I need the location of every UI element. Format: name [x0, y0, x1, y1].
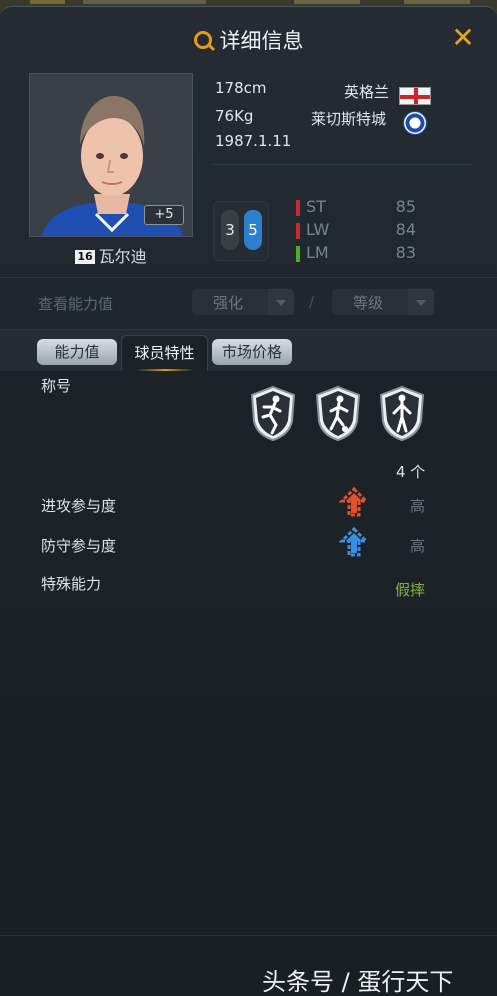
defense-participation-value: 高	[410, 537, 426, 555]
position-row: LW 84	[296, 220, 426, 240]
defense-participation-label: 防守参与度	[41, 537, 117, 555]
enhance-dropdown[interactable]: 强化	[192, 289, 294, 315]
separator: /	[309, 293, 315, 311]
player-portrait: +5	[29, 73, 193, 237]
right-foot-icon: 5	[244, 210, 262, 250]
england-flag-icon	[399, 87, 431, 105]
standing-player-badge-icon[interactable]	[377, 385, 427, 441]
position-color-bar	[296, 200, 300, 216]
detail-panel: 详细信息 ✕ +5 16 瓦尔迪 178cm 76Kg 1987.1.11 英格兰…	[0, 6, 497, 996]
position-name: LM	[306, 243, 329, 262]
player-weight: 76Kg	[215, 107, 254, 125]
enhance-dropdown-label: 强化	[212, 294, 243, 312]
position-rating: 84	[395, 220, 416, 239]
close-icon[interactable]: ✕	[450, 24, 476, 52]
upgrade-badge: +5	[144, 205, 184, 225]
player-club: 莱切斯特城	[311, 110, 387, 128]
attack-participation-value: 高	[410, 497, 426, 515]
divider	[0, 277, 497, 278]
position-color-bar	[296, 246, 300, 262]
grade-dropdown[interactable]: 等级	[332, 289, 434, 315]
player-nation: 英格兰	[344, 83, 390, 101]
player-name: 瓦尔迪	[98, 247, 147, 266]
foot-rating: 3 5	[213, 201, 269, 261]
player-name-row: 16 瓦尔迪	[29, 243, 193, 267]
chevron-down-icon[interactable]	[408, 289, 434, 315]
title-count: 4 个	[396, 463, 426, 481]
special-ability-label: 特殊能力	[41, 575, 102, 593]
position-color-bar	[296, 223, 300, 239]
position-name: LW	[306, 220, 330, 239]
chevron-down-icon[interactable]	[268, 289, 294, 315]
left-foot-icon: 3	[221, 210, 239, 250]
grade-dropdown-label: 等级	[352, 294, 383, 312]
tab-abilities[interactable]: 能力值	[37, 339, 117, 365]
position-rating: 83	[395, 243, 416, 262]
position-rating: 85	[395, 197, 416, 216]
club-logo-icon	[403, 111, 427, 135]
title-label: 称号	[41, 377, 72, 395]
watermark: 头条号 / 蛋行天下	[262, 968, 454, 996]
position-row: LM 83	[296, 243, 426, 263]
jersey-number: 16	[75, 250, 95, 264]
divider	[0, 935, 497, 936]
player-height: 178cm	[215, 79, 267, 97]
special-ability-value: 假摔	[395, 581, 426, 599]
attack-participation-label: 进攻参与度	[41, 497, 117, 515]
player-birthdate: 1987.1.11	[215, 132, 292, 150]
panel-header: 详细信息 ✕	[0, 7, 497, 71]
search-icon	[193, 31, 212, 49]
dribbler-badge-icon[interactable]	[313, 385, 363, 441]
attack-arrow-icon	[338, 487, 370, 517]
tab-market-price[interactable]: 市场价格	[212, 339, 292, 365]
position-name: ST	[306, 197, 326, 216]
defense-arrow-icon	[338, 527, 370, 557]
divider	[213, 164, 473, 165]
runner-badge-icon[interactable]	[248, 385, 298, 441]
view-ability-label: 查看能力值	[38, 295, 114, 313]
position-row: ST 85	[296, 197, 426, 217]
page-title: 详细信息	[219, 29, 304, 53]
tab-player-traits[interactable]: 球员特性	[121, 335, 208, 372]
